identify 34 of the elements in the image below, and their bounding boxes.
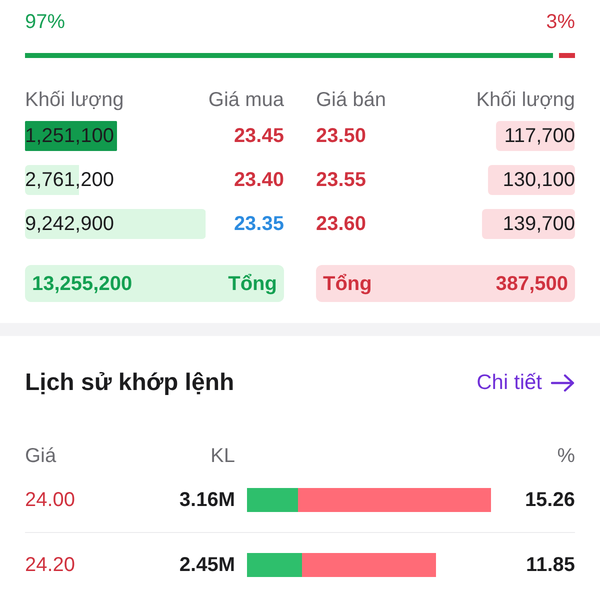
column-header: Khối lượng <box>476 88 575 112</box>
bid-total-volume: 13,255,200 <box>32 272 132 296</box>
bid-price: 23.35 <box>234 212 284 237</box>
match-price: 24.00 <box>25 488 76 513</box>
bid-volume: 2,761,200 <box>25 165 114 195</box>
details-link[interactable]: Chi tiết <box>476 370 575 396</box>
ask-volume: 139,700 <box>482 209 575 239</box>
bid-volume: 1,251,100 <box>25 121 117 151</box>
column-header: KL <box>210 444 235 468</box>
match-volume: 2.45M <box>178 552 235 578</box>
sell-percentage: 3% <box>546 11 575 33</box>
ask-price: 23.55 <box>316 168 366 193</box>
match-percent: 15.26 <box>524 488 575 513</box>
bid-price: 23.40 <box>234 168 284 193</box>
column-header: Khối lượng <box>25 88 124 112</box>
ask-price: 23.60 <box>316 212 366 237</box>
match-volume: 3.16M <box>178 488 235 513</box>
ask-total-volume: 387,500 <box>496 272 568 296</box>
bid-price: 23.45 <box>234 124 284 149</box>
column-header: Giá <box>25 444 58 468</box>
match-percent: 11.85 <box>525 552 575 578</box>
ask-volume: 130,100 <box>488 165 575 195</box>
bid-volume: 9,242,900 <box>25 209 206 239</box>
column-header: % <box>556 444 575 468</box>
bid-total-label: Tổng <box>228 272 277 296</box>
arrow-right-icon <box>551 374 575 392</box>
section-title: Lịch sử khớp lệnh <box>25 369 234 397</box>
ask-total-label: Tổng <box>323 272 372 296</box>
ask-price: 23.50 <box>316 124 366 149</box>
column-header: Giá mua <box>208 88 284 112</box>
ask-volume: 117,700 <box>496 121 575 151</box>
match-price: 24.20 <box>25 552 76 578</box>
buy-percentage: 97% <box>25 11 66 33</box>
column-header: Giá bán <box>316 88 386 112</box>
